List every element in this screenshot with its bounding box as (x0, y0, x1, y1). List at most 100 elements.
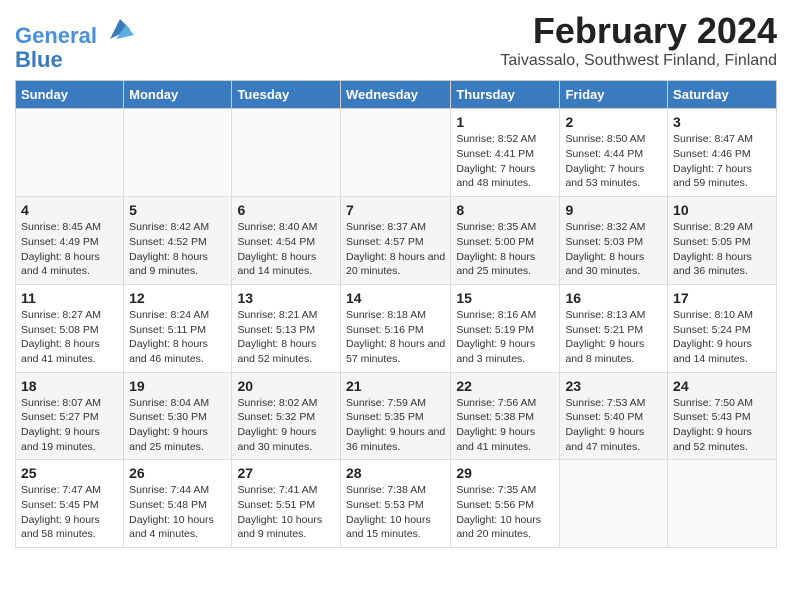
column-header-saturday: Saturday (668, 81, 777, 109)
header: General Blue February 2024 Taivassalo, S… (15, 10, 777, 72)
day-cell: 18 Sunrise: 8:07 AM Sunset: 5:27 PM Dayli… (16, 372, 124, 460)
day-info: Sunrise: 8:35 AM Sunset: 5:00 PM Dayligh… (456, 220, 554, 279)
day-info: Sunrise: 7:47 AM Sunset: 5:45 PM Dayligh… (21, 483, 118, 542)
calendar-table: SundayMondayTuesdayWednesdayThursdayFrid… (15, 80, 777, 548)
column-header-friday: Friday (560, 81, 668, 109)
day-number: 7 (346, 202, 445, 218)
day-info: Sunrise: 8:47 AM Sunset: 4:46 PM Dayligh… (673, 132, 771, 191)
day-info: Sunrise: 7:50 AM Sunset: 5:43 PM Dayligh… (673, 396, 771, 455)
day-number: 12 (129, 290, 226, 306)
day-number: 5 (129, 202, 226, 218)
day-cell: 3 Sunrise: 8:47 AM Sunset: 4:46 PM Daylig… (668, 109, 777, 197)
day-cell (668, 460, 777, 548)
day-number: 20 (237, 378, 335, 394)
day-info: Sunrise: 8:37 AM Sunset: 4:57 PM Dayligh… (346, 220, 445, 279)
day-cell: 2Sunrise: 8:50 AM Sunset: 4:44 PM Daylig… (560, 109, 668, 197)
day-info: Sunrise: 7:59 AM Sunset: 5:35 PM Dayligh… (346, 396, 445, 455)
day-cell (124, 109, 232, 197)
day-cell (232, 109, 341, 197)
day-number: 9 (565, 202, 662, 218)
day-number: 4 (21, 202, 118, 218)
day-info: Sunrise: 8:40 AM Sunset: 4:54 PM Dayligh… (237, 220, 335, 279)
day-number: 23 (565, 378, 662, 394)
day-number: 28 (346, 465, 445, 481)
day-cell: 13Sunrise: 8:21 AM Sunset: 5:13 PM Dayli… (232, 284, 341, 372)
day-number: 16 (565, 290, 662, 306)
column-header-monday: Monday (124, 81, 232, 109)
title-area: February 2024 Taivassalo, Southwest Finl… (500, 10, 777, 70)
day-info: Sunrise: 8:18 AM Sunset: 5:16 PM Dayligh… (346, 308, 445, 367)
day-info: Sunrise: 8:50 AM Sunset: 4:44 PM Dayligh… (565, 132, 662, 191)
day-number: 8 (456, 202, 554, 218)
day-info: Sunrise: 8:52 AM Sunset: 4:41 PM Dayligh… (456, 132, 554, 191)
day-number: 29 (456, 465, 554, 481)
day-cell: 11 Sunrise: 8:27 AM Sunset: 5:08 PM Dayli… (16, 284, 124, 372)
day-cell: 7 Sunrise: 8:37 AM Sunset: 4:57 PM Daylig… (340, 197, 450, 285)
column-header-thursday: Thursday (451, 81, 560, 109)
day-number: 10 (673, 202, 771, 218)
column-header-sunday: Sunday (16, 81, 124, 109)
day-info: Sunrise: 8:24 AM Sunset: 5:11 PM Dayligh… (129, 308, 226, 367)
subtitle: Taivassalo, Southwest Finland, Finland (500, 52, 777, 70)
day-number: 25 (21, 465, 118, 481)
day-number: 14 (346, 290, 445, 306)
day-cell: 8 Sunrise: 8:35 AM Sunset: 5:00 PM Daylig… (451, 197, 560, 285)
logo-text: General (15, 15, 134, 48)
day-info: Sunrise: 8:29 AM Sunset: 5:05 PM Dayligh… (673, 220, 771, 279)
column-header-tuesday: Tuesday (232, 81, 341, 109)
day-info: Sunrise: 8:16 AM Sunset: 5:19 PM Dayligh… (456, 308, 554, 367)
day-info: Sunrise: 7:41 AM Sunset: 5:51 PM Dayligh… (237, 483, 335, 542)
day-info: Sunrise: 8:04 AM Sunset: 5:30 PM Dayligh… (129, 396, 226, 455)
week-row-5: 25 Sunrise: 7:47 AM Sunset: 5:45 PM Dayli… (16, 460, 777, 548)
day-cell: 9 Sunrise: 8:32 AM Sunset: 5:03 PM Daylig… (560, 197, 668, 285)
day-cell: 16Sunrise: 8:13 AM Sunset: 5:21 PM Dayli… (560, 284, 668, 372)
day-number: 3 (673, 114, 771, 130)
logo-icon (106, 15, 134, 43)
day-cell: 25 Sunrise: 7:47 AM Sunset: 5:45 PM Dayli… (16, 460, 124, 548)
week-row-2: 4Sunrise: 8:45 AM Sunset: 4:49 PM Daylig… (16, 197, 777, 285)
main-title: February 2024 (500, 10, 777, 52)
day-number: 27 (237, 465, 335, 481)
day-info: Sunrise: 7:44 AM Sunset: 5:48 PM Dayligh… (129, 483, 226, 542)
day-cell: 4Sunrise: 8:45 AM Sunset: 4:49 PM Daylig… (16, 197, 124, 285)
calendar-header: SundayMondayTuesdayWednesdayThursdayFrid… (16, 81, 777, 109)
day-cell: 22Sunrise: 7:56 AM Sunset: 5:38 PM Dayli… (451, 372, 560, 460)
logo: General Blue (15, 15, 134, 72)
day-cell: 29 Sunrise: 7:35 AM Sunset: 5:56 PM Dayli… (451, 460, 560, 548)
day-info: Sunrise: 8:42 AM Sunset: 4:52 PM Dayligh… (129, 220, 226, 279)
day-number: 24 (673, 378, 771, 394)
day-number: 17 (673, 290, 771, 306)
day-info: Sunrise: 8:07 AM Sunset: 5:27 PM Dayligh… (21, 396, 118, 455)
day-cell: 15 Sunrise: 8:16 AM Sunset: 5:19 PM Dayli… (451, 284, 560, 372)
day-cell (16, 109, 124, 197)
week-row-1: 1Sunrise: 8:52 AM Sunset: 4:41 PM Daylig… (16, 109, 777, 197)
day-cell: 20 Sunrise: 8:02 AM Sunset: 5:32 PM Dayli… (232, 372, 341, 460)
day-cell: 6Sunrise: 8:40 AM Sunset: 4:54 PM Daylig… (232, 197, 341, 285)
day-number: 18 (21, 378, 118, 394)
day-number: 11 (21, 290, 118, 306)
header-row: SundayMondayTuesdayWednesdayThursdayFrid… (16, 81, 777, 109)
day-number: 22 (456, 378, 554, 394)
day-cell: 17 Sunrise: 8:10 AM Sunset: 5:24 PM Dayli… (668, 284, 777, 372)
logo-general: General (15, 23, 97, 48)
day-cell: 23 Sunrise: 7:53 AM Sunset: 5:40 PM Dayli… (560, 372, 668, 460)
day-info: Sunrise: 8:21 AM Sunset: 5:13 PM Dayligh… (237, 308, 335, 367)
day-info: Sunrise: 8:02 AM Sunset: 5:32 PM Dayligh… (237, 396, 335, 455)
logo-blue: Blue (15, 48, 134, 72)
week-row-4: 18 Sunrise: 8:07 AM Sunset: 5:27 PM Dayli… (16, 372, 777, 460)
day-cell: 28 Sunrise: 7:38 AM Sunset: 5:53 PM Dayli… (340, 460, 450, 548)
day-cell: 14 Sunrise: 8:18 AM Sunset: 5:16 PM Dayli… (340, 284, 450, 372)
day-cell (560, 460, 668, 548)
column-header-wednesday: Wednesday (340, 81, 450, 109)
day-info: Sunrise: 8:27 AM Sunset: 5:08 PM Dayligh… (21, 308, 118, 367)
day-cell (340, 109, 450, 197)
day-info: Sunrise: 7:38 AM Sunset: 5:53 PM Dayligh… (346, 483, 445, 542)
day-cell: 26Sunrise: 7:44 AM Sunset: 5:48 PM Dayli… (124, 460, 232, 548)
day-cell: 21Sunrise: 7:59 AM Sunset: 5:35 PM Dayli… (340, 372, 450, 460)
day-info: Sunrise: 7:53 AM Sunset: 5:40 PM Dayligh… (565, 396, 662, 455)
day-info: Sunrise: 8:10 AM Sunset: 5:24 PM Dayligh… (673, 308, 771, 367)
day-info: Sunrise: 7:35 AM Sunset: 5:56 PM Dayligh… (456, 483, 554, 542)
calendar-body: 1Sunrise: 8:52 AM Sunset: 4:41 PM Daylig… (16, 109, 777, 548)
day-number: 15 (456, 290, 554, 306)
day-info: Sunrise: 8:32 AM Sunset: 5:03 PM Dayligh… (565, 220, 662, 279)
